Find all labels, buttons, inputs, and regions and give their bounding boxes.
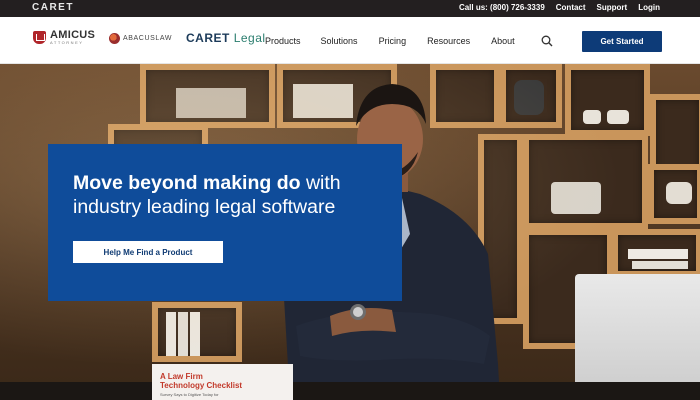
- hero-headline-rest: with: [300, 172, 341, 194]
- find-product-button[interactable]: Help Me Find a Product: [73, 241, 223, 263]
- hero-headline-line2: industry leading legal software: [73, 196, 336, 218]
- utility-bar: CARET Call us: (800) 726-3339 Contact Su…: [0, 0, 700, 17]
- computer-monitor-image: [575, 274, 700, 384]
- nav-item-about[interactable]: About: [491, 36, 515, 46]
- checklist-title-line2: Technology Checklist: [160, 381, 243, 390]
- get-started-button[interactable]: Get Started: [582, 31, 662, 52]
- abacuslaw-logo[interactable]: ABACUSLAW: [109, 33, 172, 44]
- checklist-subtitle: Survey Says to Digitize Today for: [160, 392, 219, 397]
- contact-link[interactable]: Contact: [556, 3, 586, 12]
- primary-menu: Products Solutions Pricing Resources Abo…: [265, 36, 539, 46]
- abacus-logo-text: ABACUSLAW: [123, 35, 173, 42]
- nav-item-products[interactable]: Products: [265, 36, 301, 46]
- checklist-title-line1: A Law Firm: [160, 372, 203, 381]
- caret-logo-text: CARET: [186, 31, 230, 45]
- search-icon[interactable]: [541, 35, 553, 47]
- checklist-document-image[interactable]: A Law Firm Technology Checklist Survey S…: [152, 364, 293, 400]
- caret-brand-logo[interactable]: CARET: [32, 2, 74, 13]
- abacus-emblem-icon: [109, 33, 120, 44]
- login-link[interactable]: Login: [638, 3, 660, 12]
- legal-logo-text: Legal: [233, 31, 266, 45]
- hero-headline-bold: Move beyond making do: [73, 172, 301, 194]
- amicus-attorney-logo[interactable]: AMICUS ATTORNEY: [33, 30, 95, 45]
- hero-headline: Move beyond making do with industry lead…: [73, 171, 393, 219]
- hero-section: Move beyond making do with industry lead…: [0, 64, 700, 400]
- nav-item-pricing[interactable]: Pricing: [379, 36, 407, 46]
- hero-bottom-strip: [0, 382, 700, 400]
- nav-item-resources[interactable]: Resources: [427, 36, 470, 46]
- caret-legal-logo[interactable]: CARET Legal: [186, 31, 266, 45]
- hero-card: Move beyond making do with industry lead…: [48, 144, 402, 301]
- nav-item-solutions[interactable]: Solutions: [321, 36, 358, 46]
- utility-links: Call us: (800) 726-3339 Contact Support …: [459, 3, 660, 12]
- support-link[interactable]: Support: [597, 3, 628, 12]
- amicus-emblem-icon: [33, 31, 46, 44]
- attorney-logo-text: ATTORNEY: [50, 40, 84, 45]
- phone-link[interactable]: Call us: (800) 726-3339: [459, 3, 545, 12]
